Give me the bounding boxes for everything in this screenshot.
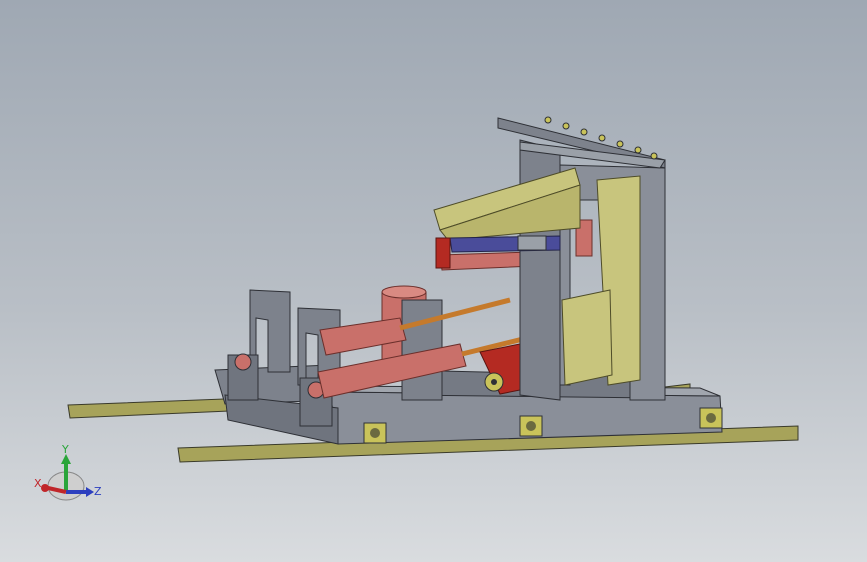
triad-y-label: Y xyxy=(62,443,69,456)
cad-3d-viewport[interactable]: Y X Z xyxy=(0,0,867,562)
upright-tower xyxy=(497,117,666,401)
triad-z-label: Z xyxy=(94,485,102,498)
coordinate-triad: Y X Z xyxy=(30,440,110,510)
triad-x-label: X xyxy=(34,477,42,490)
machine-assembly-model[interactable] xyxy=(0,0,867,562)
coordinate-triad-icon xyxy=(41,454,94,501)
